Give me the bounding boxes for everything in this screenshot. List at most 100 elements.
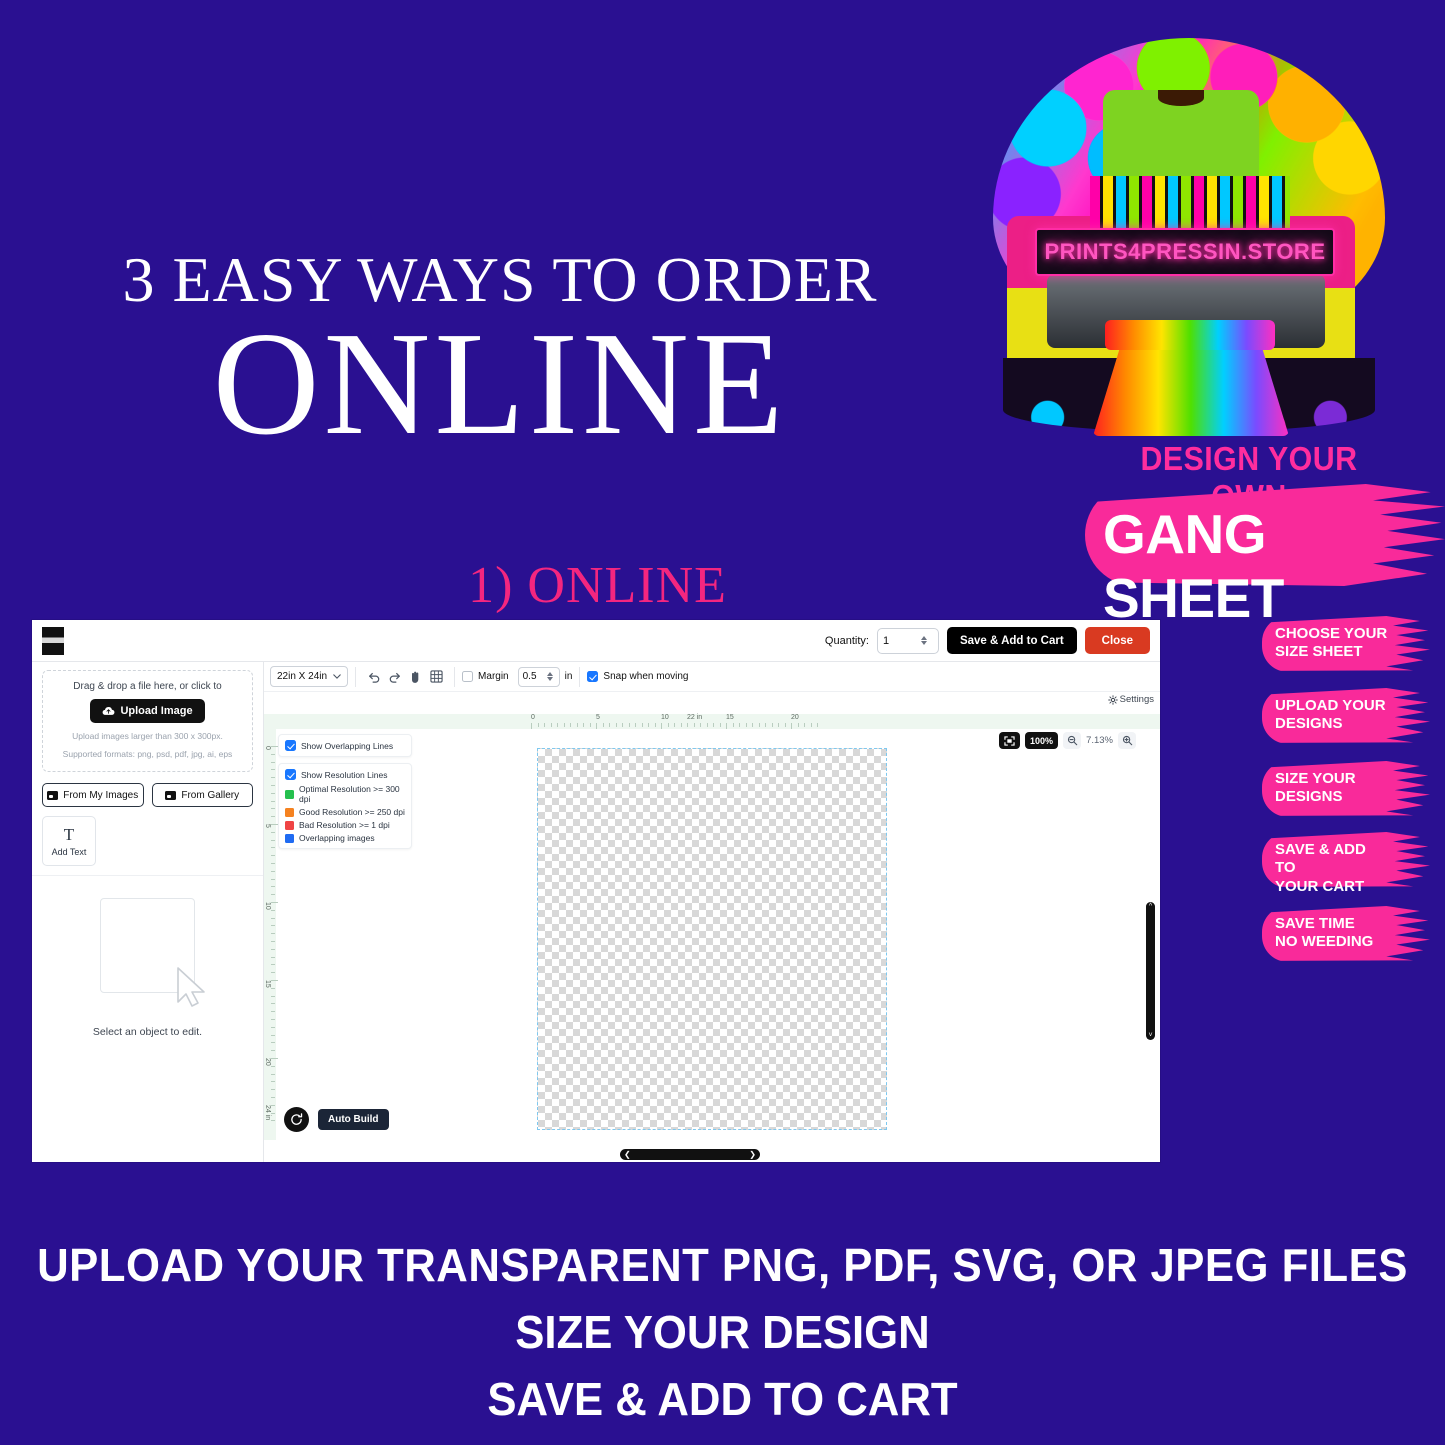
feature-chip-size-designs: SIZE YOUR DESIGNS bbox=[1262, 761, 1430, 817]
zoom-in-button[interactable] bbox=[1118, 732, 1136, 749]
refresh-icon bbox=[291, 1113, 303, 1125]
scroll-left-icon[interactable]: ❮ bbox=[624, 1150, 631, 1159]
margin-input-box[interactable] bbox=[517, 666, 560, 687]
bottom-line-2: SIZE YOUR DESIGN bbox=[515, 1306, 930, 1358]
settings-button[interactable]: Settings bbox=[1107, 694, 1154, 705]
ruler-tick bbox=[271, 800, 275, 802]
snap-checkbox[interactable] bbox=[587, 671, 599, 682]
ruler-tick bbox=[810, 723, 812, 727]
vertical-scrollbar[interactable]: ^ ˅ bbox=[1146, 902, 1155, 1040]
ruler-tick bbox=[693, 723, 695, 727]
ruler-tick bbox=[271, 964, 275, 966]
ruler-tick bbox=[804, 723, 805, 727]
show-resolution-checkbox[interactable] bbox=[285, 769, 296, 780]
ruler-tick bbox=[752, 723, 753, 727]
ruler-tick bbox=[271, 925, 275, 927]
store-name-banner: PRINTS4PRESSIN.STORE bbox=[1035, 228, 1335, 276]
gang-sheet-text: GANG SHEET bbox=[1103, 503, 1284, 629]
ruler-tick bbox=[687, 723, 688, 727]
refresh-button[interactable] bbox=[284, 1107, 309, 1132]
stepper-up-icon[interactable] bbox=[546, 672, 553, 676]
ruler-tick bbox=[667, 723, 669, 727]
stepper-up-icon[interactable] bbox=[920, 636, 927, 640]
zoom-level-value: 7.13% bbox=[1086, 735, 1113, 746]
ruler-tick bbox=[271, 1034, 275, 1036]
undo-icon[interactable] bbox=[363, 666, 384, 687]
legend-item: Optimal Resolution >= 300 dpi bbox=[285, 784, 405, 804]
show-overlapping-row[interactable]: Show Overlapping Lines bbox=[285, 740, 405, 751]
gang-sheet-canvas[interactable] bbox=[537, 748, 887, 1130]
redo-icon[interactable] bbox=[384, 666, 405, 687]
step-label-online: 1) ONLINE bbox=[468, 557, 727, 614]
app-logo-icon[interactable] bbox=[42, 626, 64, 655]
ruler-tick bbox=[271, 1104, 275, 1106]
ruler-label: 5 bbox=[264, 824, 271, 828]
scroll-down-icon[interactable]: ˅ bbox=[1148, 1032, 1152, 1039]
auto-build-button[interactable]: Auto Build bbox=[318, 1109, 389, 1130]
fit-to-screen-button[interactable] bbox=[999, 732, 1021, 749]
legend-swatch bbox=[285, 833, 294, 843]
legend-swatch bbox=[285, 807, 294, 817]
quantity-stepper[interactable] bbox=[876, 627, 939, 654]
ruler-label: 15 bbox=[726, 714, 734, 721]
stepper-down-icon[interactable] bbox=[546, 677, 553, 681]
quantity-label: Quantity: bbox=[824, 634, 869, 647]
close-button[interactable]: Close bbox=[1084, 627, 1150, 654]
margin-control[interactable]: Margin in bbox=[462, 666, 572, 687]
ruler-label: 20 bbox=[791, 714, 799, 721]
ruler-tick bbox=[271, 894, 275, 896]
grid-tool-icon[interactable] bbox=[426, 666, 447, 687]
rainbow-print-sheet-icon bbox=[1093, 346, 1289, 436]
ruler-tick bbox=[544, 723, 545, 727]
scroll-up-icon[interactable]: ^ bbox=[1149, 903, 1152, 910]
sheet-size-value: 22in X 24in bbox=[277, 671, 328, 682]
add-text-label: Add Text bbox=[51, 847, 87, 857]
ruler-tick bbox=[271, 956, 275, 958]
stepper-down-icon[interactable] bbox=[920, 641, 927, 645]
ruler-tick bbox=[784, 723, 786, 727]
snap-control[interactable]: Snap when moving bbox=[587, 671, 688, 682]
add-text-button[interactable]: T Add Text bbox=[42, 816, 96, 866]
from-my-images-button[interactable]: From My Images bbox=[42, 783, 144, 807]
margin-stepper-arrows[interactable] bbox=[546, 672, 553, 681]
ruler-tick bbox=[771, 723, 773, 727]
ruler-tick bbox=[271, 816, 275, 818]
ruler-tick bbox=[628, 723, 630, 727]
hand-tool-icon[interactable] bbox=[405, 666, 426, 687]
image-icon bbox=[47, 790, 59, 800]
quantity-stepper-arrows[interactable] bbox=[920, 636, 927, 645]
app-topbar: Quantity: Save & Add to Cart Close bbox=[32, 620, 1160, 662]
ruler-label: 15 bbox=[264, 980, 271, 988]
sheet-size-select[interactable]: 22in X 24in bbox=[270, 666, 349, 687]
store-name-text: PRINTS4PRESSIN.STORE bbox=[1044, 239, 1326, 264]
show-overlapping-checkbox[interactable] bbox=[285, 740, 296, 751]
zoom-out-button[interactable] bbox=[1063, 732, 1082, 749]
ruler-label: 22 in bbox=[687, 714, 703, 721]
quantity-input[interactable] bbox=[882, 634, 921, 647]
margin-checkbox[interactable] bbox=[462, 671, 474, 682]
ruler-tick bbox=[583, 723, 584, 727]
horizontal-scrollbar[interactable]: ❮ ❯ bbox=[620, 1149, 760, 1160]
ruler-tick bbox=[271, 863, 275, 864]
legend-item: Overlapping images bbox=[285, 833, 405, 843]
ruler-tick bbox=[576, 723, 578, 727]
ruler-tick bbox=[271, 1003, 275, 1005]
save-and-add-to-cart-button[interactable]: Save & Add to Cart bbox=[946, 627, 1077, 654]
scroll-right-icon[interactable]: ❯ bbox=[749, 1150, 756, 1159]
from-gallery-button[interactable]: From Gallery bbox=[151, 783, 253, 807]
show-resolution-row[interactable]: Show Resolution Lines bbox=[285, 769, 405, 780]
file-dropzone[interactable]: Drag & drop a file here, or click to Upl… bbox=[42, 670, 253, 772]
legend-item-label: Bad Resolution >= 1 dpi bbox=[299, 820, 390, 830]
reset-zoom-button[interactable]: 100% bbox=[1025, 732, 1059, 749]
ruler-tick bbox=[602, 723, 604, 727]
ruler-tick bbox=[719, 723, 721, 727]
zoom-out-icon bbox=[1067, 735, 1077, 746]
ruler-tick bbox=[817, 723, 818, 727]
margin-input[interactable] bbox=[522, 671, 547, 682]
fit-to-screen-icon bbox=[1004, 735, 1015, 746]
feature-chip-label: SIZE YOUR DESIGNS bbox=[1275, 770, 1356, 806]
chevron-down-icon bbox=[333, 674, 341, 679]
upload-image-button[interactable]: Upload Image bbox=[90, 699, 205, 723]
ruler-tick bbox=[271, 902, 278, 903]
ruler-tick bbox=[563, 723, 565, 727]
